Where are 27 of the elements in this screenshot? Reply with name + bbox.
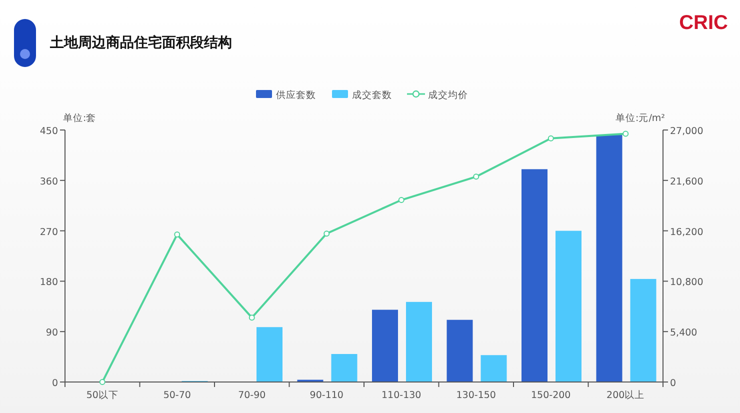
axis-unit-label: 单位:元/m² (616, 113, 665, 124)
legend-label: 供应套数 (276, 90, 316, 101)
tick-label: 10,800 (670, 277, 704, 288)
category-label: 150-200 (531, 390, 571, 401)
tick-label: 180 (40, 277, 58, 288)
tick-label: 5,400 (670, 328, 698, 339)
legend-label: 成交套数 (352, 90, 392, 101)
tick-label: 27,000 (670, 126, 704, 137)
tick-label: 270 (40, 226, 58, 238)
tick-label: 450 (40, 126, 58, 137)
chart-title: 土地周边商品住宅面积段结构 (50, 34, 233, 52)
category-label: 200以上 (606, 390, 645, 401)
category-label: 70-90 (238, 390, 266, 401)
tick-label: 0 (52, 378, 58, 389)
category-label: 110-130 (382, 390, 422, 401)
legend-label: 成交均价 (428, 90, 468, 101)
tick-label: 16,200 (670, 226, 704, 238)
tick-label: 360 (40, 176, 58, 188)
category-label: 90-110 (310, 390, 344, 401)
category-label: 130-150 (456, 390, 496, 401)
category-label: 50以下 (86, 390, 118, 401)
logo: CRIC (679, 12, 728, 35)
axis-unit-label: 单位:套 (63, 113, 96, 124)
category-label: 50-70 (163, 390, 191, 401)
tick-label: 21,600 (670, 176, 704, 188)
tick-label: 0 (670, 378, 676, 389)
tick-label: 90 (46, 328, 58, 339)
